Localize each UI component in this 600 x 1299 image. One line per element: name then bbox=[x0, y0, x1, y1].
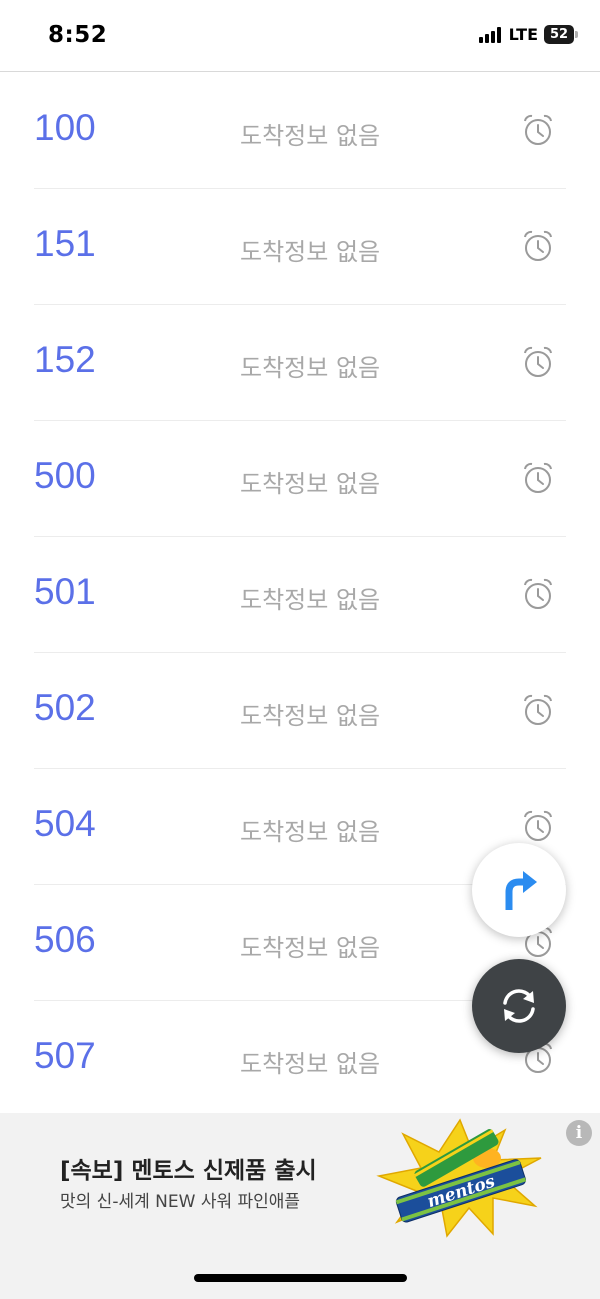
arrival-status: 도착정보 없음 bbox=[240, 354, 381, 382]
route-row[interactable]: 502 도착정보 없음 bbox=[0, 653, 600, 769]
home-indicator[interactable] bbox=[194, 1274, 407, 1282]
alarm-clock-icon[interactable] bbox=[520, 692, 556, 728]
alarm-clock-icon[interactable] bbox=[520, 228, 556, 264]
turn-right-arrow-icon bbox=[505, 871, 537, 910]
arrival-status: 도착정보 없음 bbox=[240, 122, 381, 150]
route-number: 507 bbox=[34, 1035, 96, 1076]
battery-icon: 52 bbox=[544, 25, 578, 44]
arrival-status: 도착정보 없음 bbox=[240, 470, 381, 498]
route-number: 100 bbox=[34, 107, 96, 148]
ad-title: [속보] 멘토스 신제품 출시 bbox=[60, 1158, 317, 1184]
arrival-status: 도착정보 없음 bbox=[240, 934, 381, 962]
alarm-clock-icon[interactable] bbox=[520, 112, 556, 148]
arrival-status: 도착정보 없음 bbox=[240, 238, 381, 266]
route-number: 500 bbox=[34, 455, 96, 496]
arrival-status: 도착정보 없음 bbox=[240, 586, 381, 614]
route-row[interactable]: 500 도착정보 없음 bbox=[0, 421, 600, 537]
status-indicators: LTE 52 bbox=[478, 25, 578, 44]
route-number: 502 bbox=[34, 687, 96, 728]
refresh-button[interactable] bbox=[472, 959, 566, 1053]
alarm-clock-icon[interactable] bbox=[520, 460, 556, 496]
route-number: 501 bbox=[34, 571, 96, 612]
route-number: 504 bbox=[34, 803, 96, 844]
status-time: 8:52 bbox=[48, 22, 108, 48]
route-row[interactable]: 151 도착정보 없음 bbox=[0, 189, 600, 305]
arrival-status: 도착정보 없음 bbox=[240, 818, 381, 846]
arrival-status: 도착정보 없음 bbox=[240, 1050, 381, 1078]
alarm-clock-icon[interactable] bbox=[520, 808, 556, 844]
ad-subtitle: 맛의 신-세계 NEW 사워 파인애플 bbox=[60, 1192, 301, 1212]
route-row[interactable]: 100 도착정보 없음 bbox=[0, 73, 600, 189]
alarm-clock-icon[interactable] bbox=[520, 344, 556, 380]
arrival-status: 도착정보 없음 bbox=[240, 702, 381, 730]
battery-level: 52 bbox=[544, 25, 574, 44]
signal-strength-icon bbox=[478, 26, 501, 43]
status-bar: 8:52 LTE 52 bbox=[0, 0, 600, 72]
directions-button[interactable] bbox=[472, 843, 566, 937]
route-row[interactable]: 501 도착정보 없음 bbox=[0, 537, 600, 653]
refresh-icon bbox=[503, 989, 535, 1023]
route-number: 151 bbox=[34, 223, 96, 264]
route-number: 152 bbox=[34, 339, 96, 380]
alarm-clock-icon[interactable] bbox=[520, 576, 556, 612]
mentos-product-image: mentos bbox=[376, 1118, 542, 1238]
route-number: 506 bbox=[34, 919, 96, 960]
info-icon[interactable]: i bbox=[566, 1120, 592, 1146]
route-row[interactable]: 152 도착정보 없음 bbox=[0, 305, 600, 421]
network-type: LTE bbox=[508, 25, 538, 44]
ad-banner[interactable]: [속보] 멘토스 신제품 출시 맛의 신-세계 NEW 사워 파인애플 ment… bbox=[0, 1113, 600, 1299]
